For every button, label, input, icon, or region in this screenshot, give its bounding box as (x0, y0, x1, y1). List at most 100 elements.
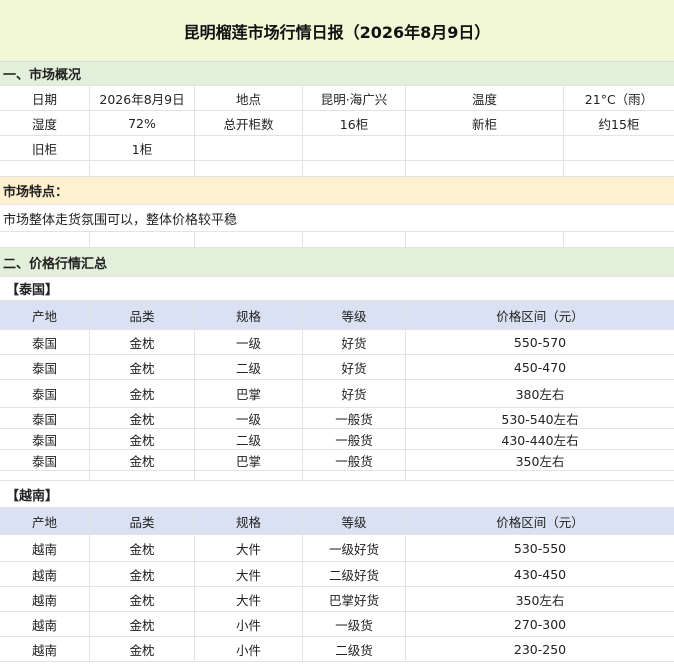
table-cell[interactable]: 小件 (195, 612, 303, 636)
overview-cell[interactable]: 72% (90, 111, 195, 135)
table-cell[interactable]: 一级 (195, 330, 303, 354)
overview-cell[interactable]: 约15柜 (564, 111, 674, 135)
table-cell[interactable]: 金枕 (90, 637, 195, 661)
empty-cell[interactable] (90, 161, 195, 176)
table-cell[interactable]: 550-570 (406, 330, 674, 354)
table-cell[interactable]: 二级 (195, 429, 303, 449)
empty-cell[interactable] (564, 232, 674, 247)
table-cell[interactable]: 越南 (0, 612, 90, 636)
overview-cell[interactable] (195, 136, 303, 160)
table-cell[interactable]: 金枕 (90, 612, 195, 636)
table-row: 泰国 金枕 巴掌 一般货 350左右 (0, 450, 674, 471)
empty-cell[interactable] (406, 232, 564, 247)
table-cell[interactable]: 金枕 (90, 355, 195, 379)
table-cell[interactable]: 金枕 (90, 408, 195, 428)
empty-cell[interactable] (195, 471, 303, 480)
table-cell[interactable]: 好货 (303, 355, 406, 379)
table-cell[interactable]: 巴掌好货 (303, 587, 406, 611)
empty-cell[interactable] (0, 471, 90, 480)
table-cell[interactable]: 450-470 (406, 355, 674, 379)
overview-cell[interactable]: 日期 (0, 86, 90, 110)
table-cell[interactable]: 二级 (195, 355, 303, 379)
table-cell[interactable]: 泰国 (0, 429, 90, 449)
overview-cell[interactable]: 21°C（雨） (564, 86, 674, 110)
report-title: 昆明榴莲市场行情日报（2026年8月9日） (0, 0, 674, 62)
table-cell[interactable]: 一般货 (303, 408, 406, 428)
table-cell[interactable]: 530-550 (406, 535, 674, 561)
empty-cell[interactable] (90, 471, 195, 480)
table-cell[interactable]: 越南 (0, 637, 90, 661)
table-cell[interactable]: 金枕 (90, 587, 195, 611)
table-cell[interactable]: 金枕 (90, 450, 195, 470)
table-cell[interactable]: 大件 (195, 562, 303, 586)
table-cell[interactable]: 350左右 (406, 450, 674, 470)
table-cell[interactable]: 泰国 (0, 330, 90, 354)
overview-cell[interactable]: 16柜 (303, 111, 406, 135)
table-cell[interactable]: 270-300 (406, 612, 674, 636)
overview-cell[interactable]: 旧柜 (0, 136, 90, 160)
overview-cell[interactable]: 总开柜数 (195, 111, 303, 135)
table-cell[interactable]: 金枕 (90, 330, 195, 354)
table-cell[interactable]: 大件 (195, 587, 303, 611)
empty-cell[interactable] (303, 161, 406, 176)
table-cell[interactable]: 越南 (0, 535, 90, 561)
table-cell[interactable]: 巴掌 (195, 450, 303, 470)
overview-cell[interactable] (564, 136, 674, 160)
overview-cell[interactable] (303, 136, 406, 160)
empty-cell[interactable] (303, 471, 406, 480)
table-cell[interactable]: 230-250 (406, 637, 674, 661)
table-cell[interactable]: 430-450 (406, 562, 674, 586)
table-cell[interactable]: 一级 (195, 408, 303, 428)
empty-cell[interactable] (0, 232, 90, 247)
table-cell[interactable]: 一级货 (303, 612, 406, 636)
table-cell[interactable]: 好货 (303, 380, 406, 407)
table-cell[interactable]: 越南 (0, 562, 90, 586)
empty-cell[interactable] (564, 161, 674, 176)
table-cell[interactable]: 小件 (195, 637, 303, 661)
table-cell[interactable]: 一般货 (303, 450, 406, 470)
table-cell[interactable]: 巴掌 (195, 380, 303, 407)
table-cell[interactable]: 350左右 (406, 587, 674, 611)
empty-cell[interactable] (0, 161, 90, 176)
table-cell[interactable]: 大件 (195, 535, 303, 561)
table-row: 越南 金枕 大件 一级好货 530-550 (0, 535, 674, 562)
table-cell[interactable]: 金枕 (90, 380, 195, 407)
empty-cell[interactable] (195, 232, 303, 247)
table-cell[interactable]: 一般货 (303, 429, 406, 449)
table-cell[interactable]: 泰国 (0, 355, 90, 379)
column-header-grade: 等级 (303, 508, 406, 534)
overview-cell[interactable]: 新柜 (406, 111, 564, 135)
table-cell[interactable]: 430-440左右 (406, 429, 674, 449)
table-header-row: 产地 品类 规格 等级 价格区间（元） (0, 508, 674, 535)
table-cell[interactable]: 380左右 (406, 380, 674, 407)
overview-cell[interactable]: 昆明·海广兴 (303, 86, 406, 110)
table-cell[interactable]: 金枕 (90, 535, 195, 561)
empty-cell[interactable] (195, 161, 303, 176)
table-cell[interactable]: 泰国 (0, 408, 90, 428)
empty-cell[interactable] (90, 232, 195, 247)
empty-cell[interactable] (406, 161, 564, 176)
table-cell[interactable]: 二级好货 (303, 562, 406, 586)
overview-row: 旧柜 1柜 (0, 136, 674, 161)
overview-cell[interactable]: 温度 (406, 86, 564, 110)
overview-cell[interactable]: 2026年8月9日 (90, 86, 195, 110)
overview-cell[interactable]: 湿度 (0, 111, 90, 135)
table-cell[interactable]: 好货 (303, 330, 406, 354)
table-cell[interactable]: 二级货 (303, 637, 406, 661)
table-cell[interactable]: 金枕 (90, 429, 195, 449)
overview-cell[interactable]: 1柜 (90, 136, 195, 160)
column-header-spec: 规格 (195, 301, 303, 329)
table-cell[interactable]: 泰国 (0, 450, 90, 470)
table-cell[interactable]: 金枕 (90, 562, 195, 586)
table-cell[interactable]: 泰国 (0, 380, 90, 407)
table-cell[interactable]: 一级好货 (303, 535, 406, 561)
market-features-text[interactable]: 市场整体走货氛围可以，整体价格较平稳 (0, 205, 674, 232)
column-header-price: 价格区间（元） (496, 308, 584, 324)
table-cell[interactable]: 530-540左右 (406, 408, 674, 428)
empty-cell[interactable] (406, 471, 674, 480)
overview-cell[interactable]: 地点 (195, 86, 303, 110)
column-header-spec: 规格 (195, 508, 303, 534)
overview-cell[interactable] (406, 136, 564, 160)
table-cell[interactable]: 越南 (0, 587, 90, 611)
empty-cell[interactable] (303, 232, 406, 247)
